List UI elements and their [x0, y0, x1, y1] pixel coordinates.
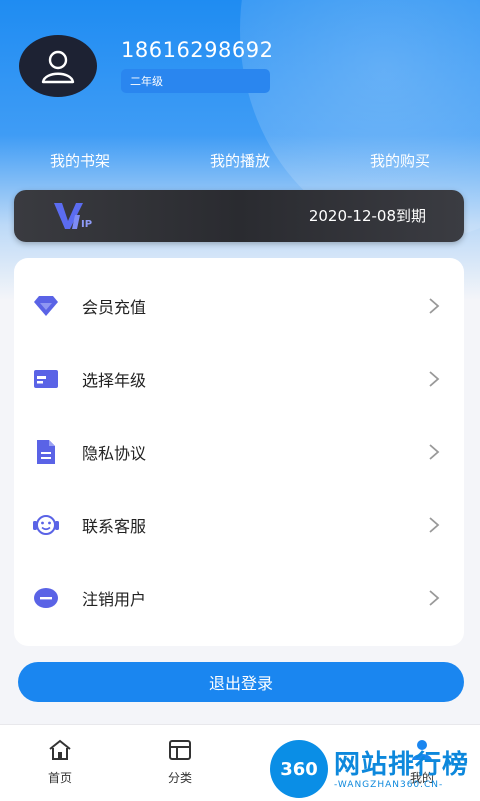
- svg-text:IP: IP: [81, 219, 92, 230]
- user-phone: 18616298692: [121, 38, 274, 62]
- menu-item-deregister[interactable]: 注销用户: [14, 568, 464, 628]
- watermark-badge: 360: [270, 740, 328, 798]
- user-icon: [41, 50, 75, 84]
- document-icon: [32, 438, 60, 466]
- logout-button[interactable]: 退出登录: [18, 662, 464, 702]
- vip-expire-date: 2020-12-08到期: [308, 207, 426, 225]
- chevron-right-icon: [429, 444, 440, 460]
- chevron-right-icon: [429, 590, 440, 606]
- vip-card[interactable]: IP 2020-12-08到期: [14, 190, 464, 242]
- vip-logo-icon: IP: [54, 203, 92, 230]
- grade-badge[interactable]: 二年级: [121, 69, 270, 93]
- avatar[interactable]: [19, 35, 97, 97]
- menu-item-recharge[interactable]: 会员充值: [14, 276, 464, 336]
- menu-item-grade[interactable]: 选择年级: [14, 349, 464, 409]
- shortcut-purchases[interactable]: 我的购买: [320, 148, 480, 174]
- tab-home[interactable]: 首页: [15, 725, 105, 801]
- category-icon: [169, 740, 191, 760]
- chevron-right-icon: [429, 517, 440, 533]
- home-icon: [49, 739, 71, 760]
- menu-item-privacy[interactable]: 隐私协议: [14, 422, 464, 482]
- menu-item-label: 会员充值: [82, 298, 147, 317]
- menu-item-label: 注销用户: [82, 590, 147, 609]
- watermark-title: 网站排行榜: [334, 750, 470, 780]
- menu-item-label: 隐私协议: [82, 444, 147, 463]
- headset-icon: [32, 511, 60, 539]
- profile-header: 18616298692 二年级 我的书架 我的播放 我的购买: [0, 0, 480, 300]
- card-icon: [32, 365, 60, 393]
- shortcut-playback[interactable]: 我的播放: [160, 148, 320, 174]
- settings-menu: 会员充值 选择年级 隐私协议 联系客服 注销用户: [14, 258, 464, 646]
- shortcut-bookshelf[interactable]: 我的书架: [0, 148, 160, 174]
- menu-item-label: 联系客服: [82, 517, 147, 536]
- watermark-subtitle: -WANGZHAN360.CN-: [334, 780, 444, 790]
- diamond-icon: [32, 292, 60, 320]
- tab-label: 分类: [167, 771, 192, 785]
- chevron-right-icon: [429, 371, 440, 387]
- tab-label: 首页: [47, 771, 72, 785]
- tab-category[interactable]: 分类: [135, 725, 225, 801]
- menu-item-support[interactable]: 联系客服: [14, 495, 464, 555]
- minus-circle-icon: [32, 584, 60, 612]
- site-watermark: 360 网站排行榜 -WANGZHAN360.CN-: [264, 736, 480, 800]
- shortcut-bar: 我的书架 我的播放 我的购买: [0, 148, 480, 174]
- menu-item-label: 选择年级: [82, 371, 147, 390]
- chevron-right-icon: [429, 298, 440, 314]
